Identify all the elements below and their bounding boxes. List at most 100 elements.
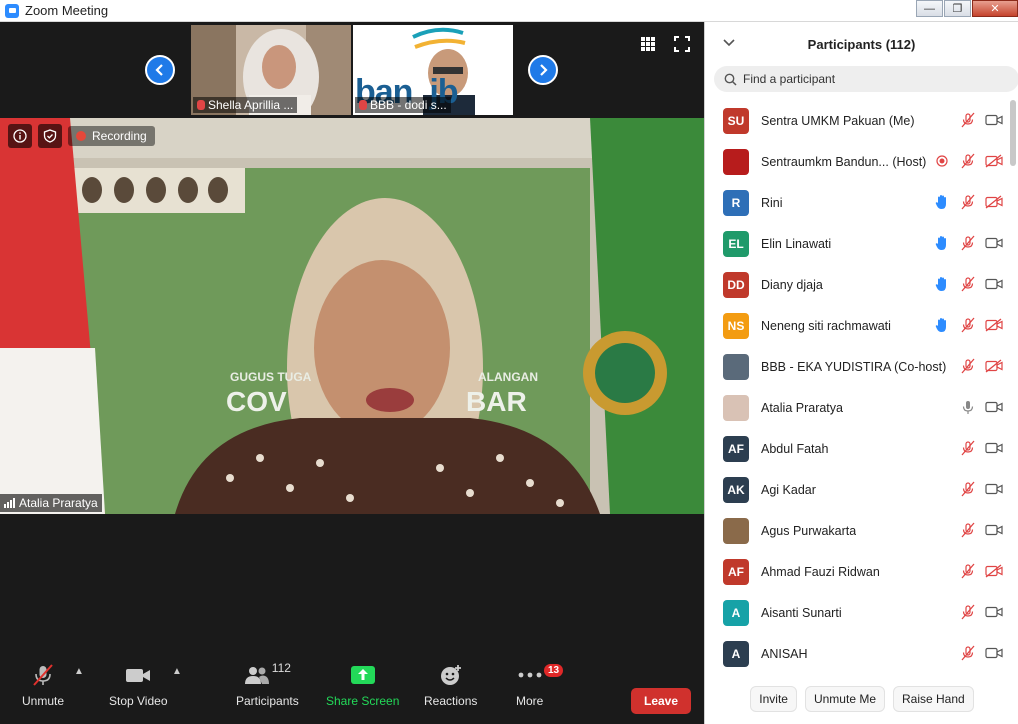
participant-row[interactable]: AF Abdul Fatah <box>705 428 1018 469</box>
participant-row[interactable]: EL Elin Linawati <box>705 223 1018 264</box>
participant-name: Abdul Fatah <box>761 441 829 456</box>
participant-row[interactable]: A Aisanti Sunarti <box>705 592 1018 633</box>
recording-label: Recording <box>92 129 147 143</box>
participant-row[interactable]: R Rini <box>705 182 1018 223</box>
video-status[interactable] <box>985 440 1003 456</box>
participant-name: Agus Purwakarta <box>761 523 857 538</box>
mic-muted-icon <box>197 100 205 110</box>
audio-status[interactable] <box>959 522 977 538</box>
participant-search-input[interactable] <box>743 72 1003 86</box>
chevron-right-icon <box>540 64 548 76</box>
audio-status[interactable] <box>959 153 977 169</box>
fullscreen-button[interactable] <box>674 36 692 54</box>
security-button[interactable] <box>38 124 62 148</box>
meeting-status-bar: Recording <box>8 124 155 148</box>
participant-row[interactable]: Atalia Praratya <box>705 387 1018 428</box>
video-status[interactable] <box>985 604 1003 620</box>
participant-name: BBB - EKA YUDISTIRA (Co-host) <box>761 359 947 374</box>
audio-status[interactable] <box>959 604 977 620</box>
video-status[interactable] <box>985 317 1003 333</box>
previous-page-button[interactable] <box>145 55 175 85</box>
unmute-button[interactable]: Unmute <box>22 660 64 708</box>
mic-muted-icon <box>961 440 975 456</box>
participant-row[interactable]: AK Agi Kadar <box>705 469 1018 510</box>
share-screen-button[interactable]: Share Screen <box>326 660 399 708</box>
active-speaker-video[interactable]: GUGUS TUGA ALANGAN COV BAR Recording Ata… <box>0 118 704 514</box>
avatar: SU <box>723 107 749 134</box>
participant-row[interactable]: Agus Purwakarta <box>705 510 1018 551</box>
audio-status[interactable] <box>959 194 977 210</box>
stop-video-button[interactable]: Stop Video <box>109 660 168 708</box>
next-page-button[interactable] <box>528 55 558 85</box>
collapse-panel-button[interactable] <box>723 36 735 50</box>
video-status[interactable] <box>985 358 1003 374</box>
video-options-caret-icon[interactable]: ▲ <box>172 666 182 677</box>
audio-status[interactable] <box>959 317 977 333</box>
panel-footer: Invite Unmute Me Raise Hand <box>705 674 1018 724</box>
raised-hand-icon <box>935 195 946 209</box>
audio-status[interactable] <box>959 481 977 497</box>
participant-row[interactable]: A ANISAH <box>705 633 1018 674</box>
video-status[interactable] <box>985 645 1003 661</box>
thumbnail-video-shella[interactable]: Shella Aprillia ... <box>191 25 351 115</box>
video-status[interactable] <box>985 235 1003 251</box>
participant-row[interactable]: BBB - EKA YUDISTIRA (Co-host) <box>705 346 1018 387</box>
unmute-me-button[interactable]: Unmute Me <box>804 686 885 712</box>
audio-status[interactable] <box>959 112 977 128</box>
participant-row[interactable]: NS Neneng siti rachmawati <box>705 305 1018 346</box>
audio-status[interactable] <box>959 235 977 251</box>
participant-row[interactable]: DD Diany djaja <box>705 264 1018 305</box>
recording-indicator[interactable]: Recording <box>68 126 155 146</box>
window-controls: — ❐ ✕ <box>915 0 1018 19</box>
participant-row[interactable]: Sentraumkm Bandun... (Host) <box>705 141 1018 182</box>
gallery-view-button[interactable] <box>640 36 658 54</box>
audio-status[interactable] <box>959 440 977 456</box>
invite-button[interactable]: Invite <box>750 686 797 712</box>
avatar: A <box>723 640 749 667</box>
raised-hand-icon <box>935 318 946 332</box>
video-status[interactable] <box>985 481 1003 497</box>
audio-status[interactable] <box>959 563 977 579</box>
participants-button[interactable]: 112 Participants <box>236 660 299 708</box>
audio-status[interactable] <box>959 399 977 415</box>
video-status[interactable] <box>985 563 1003 579</box>
maximize-button[interactable]: ❐ <box>944 0 971 17</box>
hand-status <box>933 235 951 251</box>
audio-options-caret-icon[interactable]: ▲ <box>74 666 84 677</box>
leave-meeting-button[interactable]: Leave <box>631 688 691 714</box>
participant-row[interactable]: AF Ahmad Fauzi Ridwan <box>705 551 1018 592</box>
participant-name: Sentra UMKM Pakuan (Me) <box>761 113 915 128</box>
video-status[interactable] <box>985 522 1003 538</box>
grid-icon <box>641 37 655 51</box>
video-status[interactable] <box>985 276 1003 292</box>
raise-hand-button[interactable]: Raise Hand <box>893 686 974 712</box>
meeting-info-button[interactable] <box>8 124 32 148</box>
video-camera-icon <box>985 524 1003 536</box>
thumbnail-video-dodi[interactable]: ban jb BBB - dodi s... <box>353 25 513 115</box>
video-status[interactable] <box>985 399 1003 415</box>
video-camera-icon <box>985 483 1003 495</box>
participant-name: Aisanti Sunarti <box>761 605 842 620</box>
audio-status[interactable] <box>959 358 977 374</box>
mic-muted-icon <box>961 112 975 128</box>
video-off-icon <box>985 195 1003 209</box>
video-camera-icon <box>985 278 1003 290</box>
video-status[interactable] <box>985 112 1003 128</box>
video-status[interactable] <box>985 153 1003 169</box>
audio-status[interactable] <box>959 276 977 292</box>
close-button[interactable]: ✕ <box>972 0 1018 17</box>
participant-status-icons <box>959 481 1003 497</box>
participants-count: 112 <box>271 661 291 675</box>
chevron-left-icon <box>155 64 163 76</box>
reactions-label: Reactions <box>424 694 478 708</box>
avatar <box>723 517 749 544</box>
video-off-icon <box>985 154 1003 168</box>
more-button[interactable]: More 13 <box>516 660 564 708</box>
video-status[interactable] <box>985 194 1003 210</box>
participant-search-box[interactable] <box>714 66 1018 92</box>
video-off-icon <box>985 318 1003 332</box>
minimize-button[interactable]: — <box>916 0 943 17</box>
reactions-button[interactable]: Reactions <box>424 660 477 708</box>
participant-row[interactable]: SU Sentra UMKM Pakuan (Me) <box>705 100 1018 141</box>
audio-status[interactable] <box>959 645 977 661</box>
